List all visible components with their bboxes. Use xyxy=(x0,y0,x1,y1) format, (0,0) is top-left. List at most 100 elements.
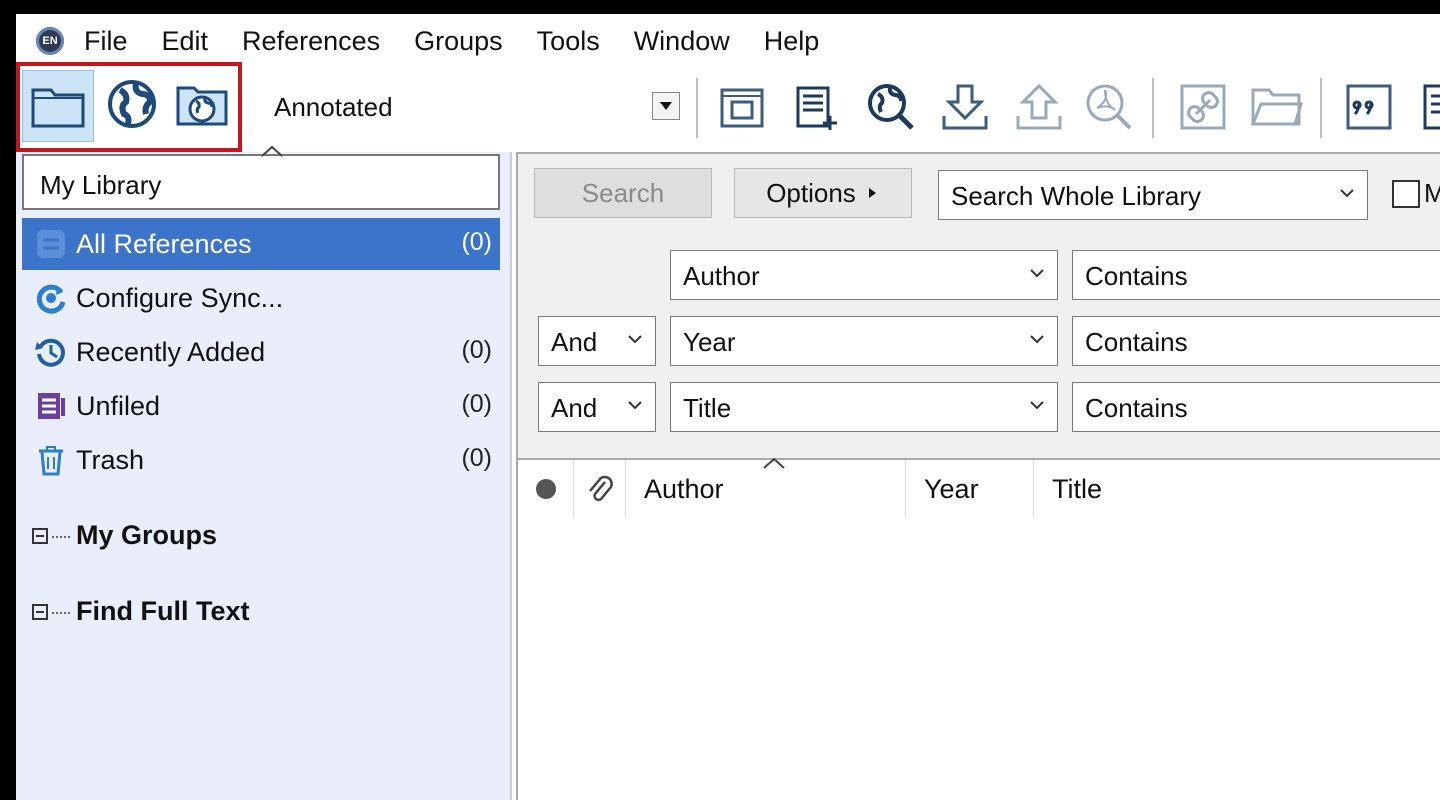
search-field-select-2[interactable]: Year xyxy=(670,316,1058,366)
group-recently-added[interactable]: Recently Added (0) xyxy=(22,326,500,378)
chevron-down-icon xyxy=(1030,401,1044,410)
options-button-label: Options xyxy=(766,177,856,208)
trash-icon xyxy=(32,441,70,479)
search-scope-select[interactable]: Search Whole Library xyxy=(938,170,1368,220)
match-case-checkbox[interactable] xyxy=(1392,180,1420,208)
search-field-value: Title xyxy=(683,393,732,423)
match-case-label: M xyxy=(1424,178,1440,208)
unfiled-icon xyxy=(32,387,70,425)
format-bibliography-icon xyxy=(1423,84,1440,130)
chevron-down-icon xyxy=(1030,335,1044,344)
group-unfiled[interactable]: Unfiled (0) xyxy=(22,380,500,432)
search-button[interactable]: Search xyxy=(534,168,712,218)
insert-citation-button[interactable] xyxy=(1340,78,1398,136)
search-condition-value: Contains xyxy=(1085,261,1188,291)
toolbar-separator xyxy=(1320,78,1322,138)
open-link-button[interactable] xyxy=(1174,78,1232,136)
search-field-select-1[interactable]: Author xyxy=(670,250,1058,300)
export-button[interactable] xyxy=(1010,78,1068,136)
import-icon xyxy=(942,84,988,130)
online-search-button[interactable] xyxy=(862,78,920,136)
group-count: (0) xyxy=(461,336,492,364)
group-count: (0) xyxy=(461,444,492,472)
section-my-groups[interactable]: My Groups xyxy=(32,520,217,551)
menu-references[interactable]: References xyxy=(242,24,380,59)
tree-dots xyxy=(52,611,70,614)
chevron-down-icon xyxy=(628,401,642,410)
search-condition-select-3[interactable]: Contains xyxy=(1072,382,1440,432)
online-search-icon xyxy=(868,84,914,130)
search-condition-value: Contains xyxy=(1085,393,1188,423)
all-references-icon xyxy=(32,225,70,263)
column-author-label: Author xyxy=(644,473,724,504)
sort-caret-icon xyxy=(261,145,283,157)
menu-tools[interactable]: Tools xyxy=(537,24,600,59)
group-label: All References xyxy=(76,228,252,259)
column-title[interactable]: Title xyxy=(1034,460,1440,518)
search-condition-value: Contains xyxy=(1085,327,1188,357)
find-pdf-icon xyxy=(1086,84,1132,130)
group-all-references[interactable]: All References (0) xyxy=(22,218,500,270)
endnote-window: EN File Edit References Groups Tools Win… xyxy=(16,14,1440,800)
column-read-status[interactable] xyxy=(518,460,574,518)
column-attachment[interactable] xyxy=(574,460,626,518)
paperclip-icon xyxy=(588,475,613,502)
group-label: Trash xyxy=(76,444,145,475)
menu-window[interactable]: Window xyxy=(634,24,730,59)
search-bool-select-2[interactable]: And xyxy=(538,316,656,366)
column-title-label: Title xyxy=(1052,473,1103,504)
library-selector[interactable]: My Library xyxy=(22,145,500,210)
open-file-button[interactable] xyxy=(1248,78,1306,136)
new-reference-icon xyxy=(796,86,837,130)
group-trash[interactable]: Trash (0) xyxy=(22,434,500,486)
import-button[interactable] xyxy=(936,78,994,136)
chevron-down-icon xyxy=(1340,189,1354,198)
collapse-icon[interactable] xyxy=(32,603,48,620)
chevron-down-icon xyxy=(628,335,642,344)
column-year[interactable]: Year xyxy=(906,460,1034,518)
groups-pane: My Library All References (0) Configure … xyxy=(16,145,512,800)
menu-help[interactable]: Help xyxy=(764,24,820,59)
format-bibliography-button[interactable] xyxy=(1412,78,1440,136)
search-button-label: Search xyxy=(581,177,665,208)
insert-citation-icon xyxy=(1346,84,1392,130)
options-button[interactable]: Options xyxy=(734,168,912,218)
toolbar: Annotated xyxy=(16,62,1440,152)
search-bool-value: And xyxy=(551,327,598,357)
new-reference-button[interactable] xyxy=(788,78,846,136)
history-clock-icon xyxy=(32,333,70,371)
open-link-icon xyxy=(1180,84,1226,130)
menu-edit[interactable]: Edit xyxy=(162,24,209,59)
output-style-value: Annotated xyxy=(274,92,393,122)
sync-icon xyxy=(32,279,70,317)
copy-to-library-button[interactable] xyxy=(714,78,772,136)
column-year-label: Year xyxy=(924,473,979,504)
find-pdf-button[interactable] xyxy=(1080,78,1138,136)
output-style-select[interactable]: Annotated xyxy=(256,74,696,140)
menu-file[interactable]: File xyxy=(84,24,128,59)
search-bool-select-3[interactable]: And xyxy=(538,382,656,432)
open-file-icon xyxy=(1250,88,1304,126)
tree-dots xyxy=(52,535,70,538)
search-panel: Search Options Search Whole Library M Au… xyxy=(516,152,1440,458)
copy-to-library-icon xyxy=(720,88,764,128)
app-logo-icon: EN xyxy=(36,27,64,55)
menu-groups[interactable]: Groups xyxy=(414,24,503,59)
collapse-icon[interactable] xyxy=(32,527,48,544)
menu-bar: EN File Edit References Groups Tools Win… xyxy=(16,14,1440,68)
search-condition-select-1[interactable]: Contains xyxy=(1072,250,1440,300)
search-condition-select-2[interactable]: Contains xyxy=(1072,316,1440,366)
group-count: (0) xyxy=(461,390,492,418)
group-label: Configure Sync... xyxy=(76,282,284,313)
dropdown-arrow-icon[interactable] xyxy=(652,92,680,120)
toolbar-separator xyxy=(696,78,698,138)
group-configure-sync[interactable]: Configure Sync... xyxy=(22,272,500,324)
search-field-value: Year xyxy=(683,327,736,357)
search-field-select-3[interactable]: Title xyxy=(670,382,1058,432)
read-status-dot-icon xyxy=(535,479,556,499)
section-label: My Groups xyxy=(76,520,218,550)
chevron-down-icon xyxy=(1030,269,1044,278)
reference-list: Author Year Title xyxy=(516,457,1440,800)
section-find-full-text[interactable]: Find Full Text xyxy=(32,596,249,627)
library-name: My Library xyxy=(40,170,162,200)
